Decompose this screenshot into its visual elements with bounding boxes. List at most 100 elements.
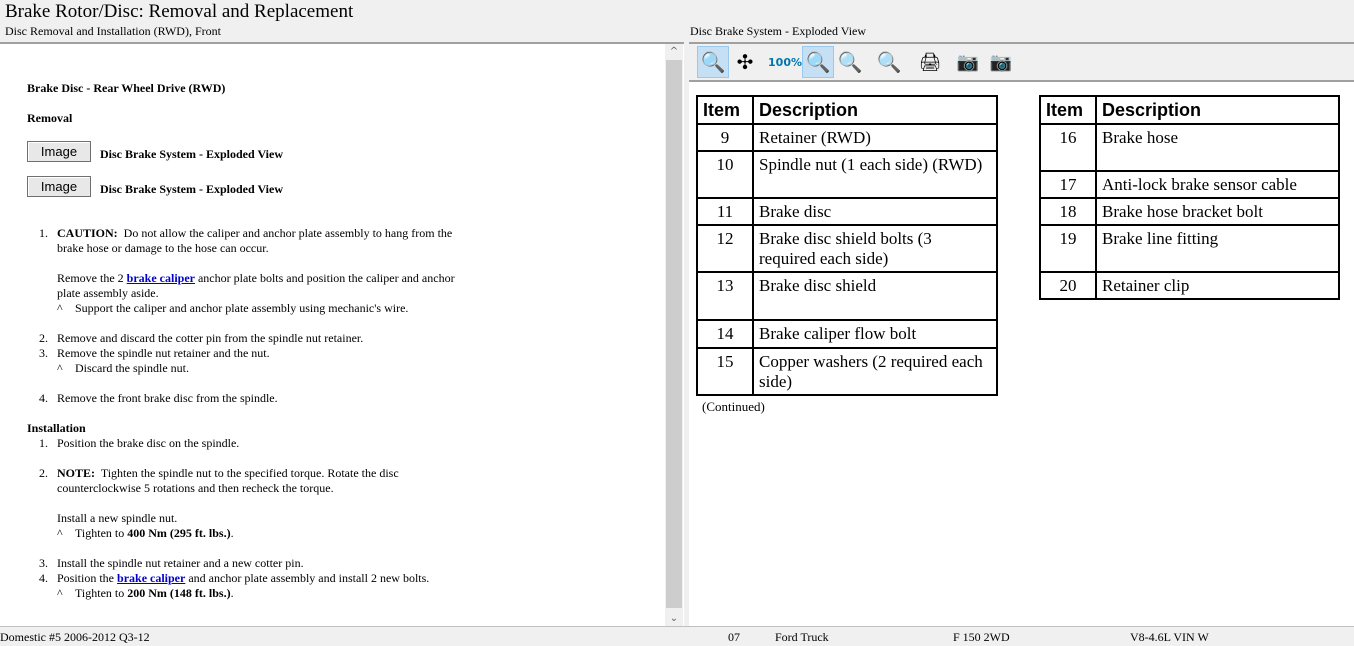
step-text: and anchor plate assembly and install 2 … <box>185 571 430 585</box>
torque-spec: Tighten to 400 Nm (295 ft. lbs.). <box>75 526 234 541</box>
right-pane-header: Disc Brake System - Exploded View <box>690 24 867 38</box>
parts-table-1: Item Description 9 Retainer (RWD) 10 Spindle… <box>696 95 998 396</box>
item-description: Brake caliper flow bolt <box>752 319 998 349</box>
item-number: 20 <box>1039 271 1097 300</box>
status-year: 07 <box>728 630 740 644</box>
status-database: Domestic #5 2006-2012 Q3-12 <box>0 630 150 644</box>
step-number: 3. <box>39 556 48 570</box>
item-number: 18 <box>1039 197 1097 226</box>
zoom-in-icon[interactable]: 🔍 <box>697 46 729 78</box>
substep-text: Discard the spindle nut. <box>75 361 189 375</box>
brake-caliper-link[interactable]: brake caliper <box>127 271 195 285</box>
item-number: 9 <box>696 123 754 152</box>
item-number: 11 <box>696 197 754 226</box>
vertical-scrollbar[interactable]: ^ ⌄ <box>665 44 683 626</box>
zoom-out-icon: 🔍 <box>876 50 902 74</box>
step-text: counterclockwise 5 rotations and then re… <box>57 481 334 495</box>
item-number: 10 <box>696 150 754 199</box>
item-number: 13 <box>696 271 754 321</box>
item-description: Brake hose <box>1095 123 1340 172</box>
item-number: 14 <box>696 319 754 349</box>
item-number: 19 <box>1039 224 1097 273</box>
substep-text: . <box>230 526 234 540</box>
table-row: 11 Brake disc <box>696 197 998 226</box>
print-icon[interactable]: 🖨 <box>914 46 946 78</box>
item-description: Spindle nut (1 each side) (RWD) <box>752 150 998 199</box>
paste-image-icon: 📷 <box>989 51 1013 73</box>
step-number: 3. <box>39 346 48 360</box>
step-1-caution: CAUTION: Do not allow the caliper and an… <box>57 226 452 241</box>
substep-text: . <box>230 586 234 600</box>
item-description: Brake disc shield <box>752 271 998 321</box>
item-description: Copper washers (2 required each side) <box>752 347 998 396</box>
table-row: 9 Retainer (RWD) <box>696 123 998 152</box>
step-4-text: Position the brake caliper and anchor pl… <box>57 571 429 586</box>
step-1-text: Remove the 2 brake caliper anchor plate … <box>57 271 455 286</box>
step-number: 2. <box>39 331 48 345</box>
procedure-pane: Brake Disc - Rear Wheel Drive (RWD) Remo… <box>0 42 684 626</box>
scroll-up-icon[interactable]: ^ <box>665 46 683 57</box>
image-button-1[interactable]: Image <box>27 141 91 162</box>
torque-spec: Tighten to 200 Nm (148 ft. lbs.). <box>75 586 234 601</box>
step-text: Remove the 2 <box>57 271 127 285</box>
parts-table-2: Item Description 16 Brake hose 17 Anti-lock … <box>1039 95 1340 300</box>
table-row: 18 Brake hose bracket bolt <box>1039 197 1340 226</box>
step-number: 2. <box>39 466 48 480</box>
torque-value: 200 Nm (148 ft. lbs.) <box>127 586 231 600</box>
image-link-2[interactable]: Disc Brake System - Exploded View <box>100 182 283 197</box>
note-label: NOTE: <box>57 466 96 480</box>
image-link-1[interactable]: Disc Brake System - Exploded View <box>100 147 283 162</box>
table-row: 10 Spindle nut (1 each side) (RWD) <box>696 150 998 199</box>
item-description: Brake hose bracket bolt <box>1095 197 1340 226</box>
scroll-down-icon[interactable]: ⌄ <box>665 613 683 624</box>
step-text: Do not allow the caliper and anchor plat… <box>123 226 453 240</box>
step-text: anchor plate bolts and position the cali… <box>194 271 455 285</box>
item-number: 15 <box>696 347 754 396</box>
item-header: Item <box>1039 95 1097 125</box>
table-row: 20 Retainer clip <box>1039 271 1340 300</box>
step-number: 1. <box>39 226 48 240</box>
brake-caliper-link[interactable]: brake caliper <box>117 571 185 585</box>
status-engine: V8-4.6L VIN W <box>1130 630 1209 644</box>
copy-image-icon[interactable]: 📷 <box>952 46 984 78</box>
zoom-fit-icon[interactable]: 🔍 <box>802 46 834 78</box>
item-number: 12 <box>696 224 754 273</box>
scrollbar-thumb[interactable] <box>666 60 682 608</box>
pan-icon[interactable]: ✣ <box>729 46 761 78</box>
caret-icon: ^ <box>57 586 63 600</box>
step-text: Remove the front brake disc from the spi… <box>57 391 278 405</box>
step-number: 4. <box>39 571 48 585</box>
step-text: Tighten the spindle nut to the specified… <box>100 466 399 480</box>
table-row: 15 Copper washers (2 required each side) <box>696 347 998 396</box>
caution-label: CAUTION: <box>57 226 118 240</box>
table-row: 14 Brake caliper flow bolt <box>696 319 998 349</box>
description-header: Description <box>752 95 998 125</box>
item-header: Item <box>696 95 754 125</box>
status-bar: Domestic #5 2006-2012 Q3-12 07 Ford Truc… <box>0 626 1354 646</box>
item-description: Retainer (RWD) <box>752 123 998 152</box>
table-row: 17 Anti-lock brake sensor cable <box>1039 170 1340 199</box>
step-number: 4. <box>39 391 48 405</box>
step-text: Position the <box>57 571 118 585</box>
step-text: Remove and discard the cotter pin from t… <box>57 331 364 345</box>
status-model: F 150 2WD <box>953 630 1010 644</box>
table-row: 16 Brake hose <box>1039 123 1340 172</box>
substep-text: Tighten to <box>75 526 128 540</box>
description-header: Description <box>1095 95 1340 125</box>
page-title: Brake Rotor/Disc: Removal and Replacemen… <box>5 1 354 22</box>
table-row: 19 Brake line fitting <box>1039 224 1340 273</box>
item-description: Anti-lock brake sensor cable <box>1095 170 1340 199</box>
caret-icon: ^ <box>57 361 63 375</box>
image-button-2[interactable]: Image <box>27 176 91 197</box>
step-text: Install a new spindle nut. <box>57 511 178 525</box>
zoom-100-icon[interactable]: 100% <box>768 46 802 78</box>
item-number: 16 <box>1039 123 1097 172</box>
substep-text: Tighten to <box>75 586 128 600</box>
item-number: 17 <box>1039 170 1097 199</box>
step-text: brake hose or damage to the hose can occ… <box>57 241 269 255</box>
left-pane-header: Disc Removal and Installation (RWD), Fro… <box>5 24 221 38</box>
step-number: 1. <box>39 436 48 450</box>
zoom-width-icon[interactable]: 🔍 <box>834 46 866 78</box>
removal-heading: Removal <box>27 111 73 125</box>
item-description: Retainer clip <box>1095 271 1340 300</box>
